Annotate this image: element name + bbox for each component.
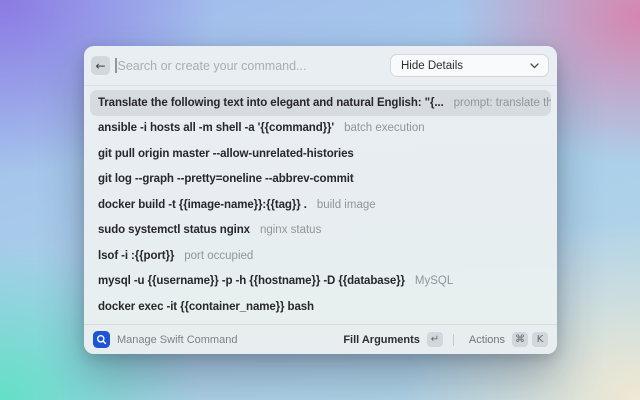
command-subtitle: port occupied [184,250,253,262]
command-subtitle: MySQL [415,275,453,287]
list-item[interactable]: sudo systemctl status nginx nginx status [90,218,551,244]
actions-button[interactable]: Actions [469,334,505,346]
fill-arguments-button[interactable]: Fill Arguments [343,334,420,346]
details-mode-dropdown[interactable]: Hide Details [390,54,549,77]
search-header: ← Hide Details [84,46,557,86]
command-text: docker build -t {{image-name}}:{{tag}} . [98,199,307,211]
list-item[interactable]: lsof -i :{{port}} port occupied [90,243,551,269]
swift-command-app-icon [93,331,110,348]
list-item[interactable]: Translate the following text into elegan… [90,90,551,116]
list-item[interactable]: docker build -t {{image-name}}:{{tag}} .… [90,192,551,218]
search-input[interactable] [117,59,391,73]
list-item[interactable]: ansible -i hosts all -m shell -a '{{comm… [90,116,551,142]
dropdown-label: Hide Details [401,60,463,72]
command-subtitle: prompt: translate the clipboard text int… [454,97,551,109]
magnifier-icon [96,334,107,345]
command-text: git log --graph --pretty=oneline --abbre… [98,173,354,185]
command-text: ansible -i hosts all -m shell -a '{{comm… [98,122,334,134]
command-text: Translate the following text into elegan… [98,97,444,109]
command-subtitle: batch execution [344,122,425,134]
command-key-icon: ⌘ [512,332,528,347]
k-key-icon: K [532,332,548,347]
command-subtitle: build image [317,199,376,211]
back-button[interactable]: ← [91,56,110,75]
swift-command-window: ← Hide Details Translate the following t… [84,46,557,354]
command-subtitle: nginx status [260,224,321,236]
return-key-icon: ↵ [427,332,443,347]
list-item[interactable]: docker exec -it {{container_name}} bash [90,294,551,320]
footer-divider [453,334,454,346]
command-text: sudo systemctl status nginx [98,224,250,236]
command-text: git pull origin master --allow-unrelated… [98,148,354,160]
list-item[interactable]: git pull origin master --allow-unrelated… [90,141,551,167]
manage-swift-command-label[interactable]: Manage Swift Command [117,334,237,346]
command-text: mysql -u {{username}} -p -h {{hostname}}… [98,275,405,287]
chevron-down-icon [530,63,539,69]
command-text: docker exec -it {{container_name}} bash [98,301,314,313]
list-item[interactable]: mysql -u {{username}} -p -h {{hostname}}… [90,269,551,295]
action-bar: Manage Swift Command Fill Arguments ↵ Ac… [84,324,557,354]
list-item[interactable]: git log --graph --pretty=oneline --abbre… [90,167,551,193]
back-arrow-icon: ← [95,59,105,73]
command-list: Translate the following text into elegan… [84,86,557,320]
command-text: lsof -i :{{port}} [98,250,174,262]
